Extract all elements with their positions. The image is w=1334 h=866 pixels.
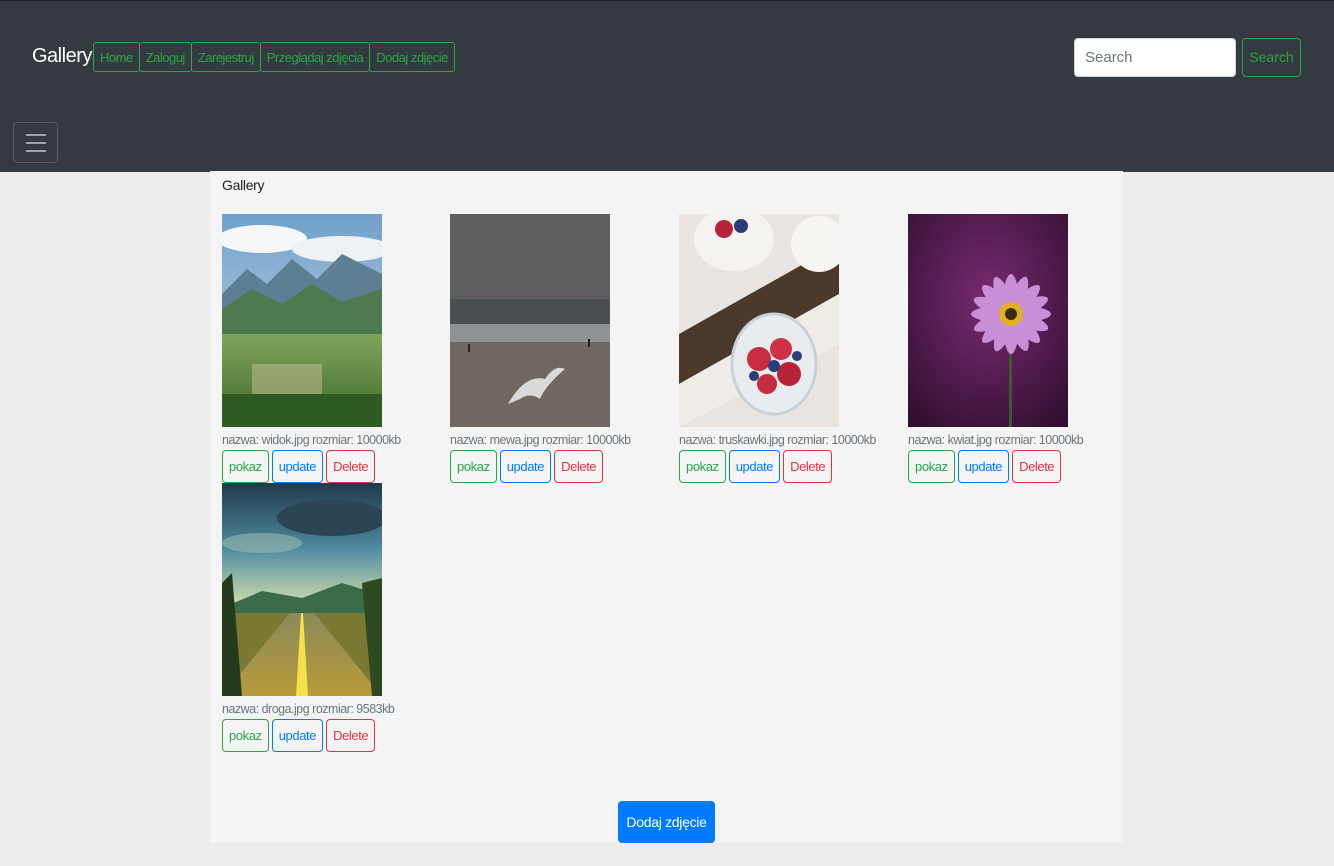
navbar-toggler-button[interactable]	[13, 122, 58, 163]
search-input[interactable]	[1074, 38, 1236, 77]
delete-button[interactable]: Delete	[783, 450, 833, 483]
card-actions: pokaz update Delete	[222, 450, 442, 483]
add-photo-button[interactable]: Dodaj zdjęcie	[618, 801, 715, 843]
image-caption: nazwa: widok.jpg rozmiar: 10000kb	[222, 433, 401, 447]
navbar: Gallery Home Zaloguj Zarejestruj Przeglą…	[0, 0, 1334, 172]
nav-link-add-photo[interactable]: Dodaj zdjęcie	[369, 42, 455, 72]
delete-button[interactable]: Delete	[326, 719, 376, 752]
nav-link-browse-photos[interactable]: Przeglądaj zdjęcia	[259, 42, 371, 72]
mountain-valley-photo[interactable]	[222, 214, 382, 427]
gallery-card: nazwa: kwiat.jpg rozmiar: 10000kb pokaz …	[908, 214, 1128, 483]
image-caption: nazwa: mewa.jpg rozmiar: 10000kb	[450, 433, 631, 447]
gallery-card: nazwa: truskawki.jpg rozmiar: 10000kb po…	[679, 214, 899, 483]
berries-jar-photo[interactable]	[679, 214, 839, 427]
update-button[interactable]: update	[728, 450, 781, 483]
image-caption: nazwa: droga.jpg rozmiar: 9583kb	[222, 702, 395, 716]
update-button[interactable]: update	[271, 450, 324, 483]
show-button[interactable]: pokaz	[908, 450, 955, 483]
update-button[interactable]: update	[499, 450, 552, 483]
gallery-card: nazwa: widok.jpg rozmiar: 10000kb pokaz …	[222, 214, 442, 483]
seagull-beach-photo[interactable]	[450, 214, 610, 427]
nav-link-login[interactable]: Zaloguj	[138, 42, 192, 72]
card-actions: pokaz update Delete	[679, 450, 899, 483]
show-button[interactable]: pokaz	[222, 450, 269, 483]
card-actions: pokaz update Delete	[450, 450, 670, 483]
update-button[interactable]: update	[957, 450, 1010, 483]
image-caption: nazwa: kwiat.jpg rozmiar: 10000kb	[908, 433, 1084, 447]
nav-link-home[interactable]: Home	[93, 42, 140, 72]
delete-button[interactable]: Delete	[326, 450, 376, 483]
delete-button[interactable]: Delete	[554, 450, 604, 483]
nav-links: Home Zaloguj Zarejestruj Przeglądaj zdję…	[93, 42, 455, 72]
delete-button[interactable]: Delete	[1012, 450, 1062, 483]
gallery-card: nazwa: droga.jpg rozmiar: 9583kb pokaz u…	[222, 483, 442, 752]
image-caption: nazwa: truskawki.jpg rozmiar: 10000kb	[679, 433, 876, 447]
show-button[interactable]: pokaz	[450, 450, 497, 483]
card-actions: pokaz update Delete	[222, 719, 442, 752]
show-button[interactable]: pokaz	[222, 719, 269, 752]
gallery-card: nazwa: mewa.jpg rozmiar: 10000kb pokaz u…	[450, 214, 670, 483]
gallery-container: Gallery nazwa: widok.jpg rozmiar: 10000k…	[210, 171, 1123, 843]
show-button[interactable]: pokaz	[679, 450, 726, 483]
nav-link-register[interactable]: Zarejestruj	[190, 42, 261, 72]
update-button[interactable]: update	[271, 719, 324, 752]
search-button[interactable]: Search	[1242, 38, 1301, 77]
road-landscape-photo[interactable]	[222, 483, 382, 696]
gallery-title: Gallery	[222, 177, 265, 193]
purple-flower-photo[interactable]	[908, 214, 1068, 427]
brand-title[interactable]: Gallery	[32, 45, 92, 68]
card-actions: pokaz update Delete	[908, 450, 1128, 483]
